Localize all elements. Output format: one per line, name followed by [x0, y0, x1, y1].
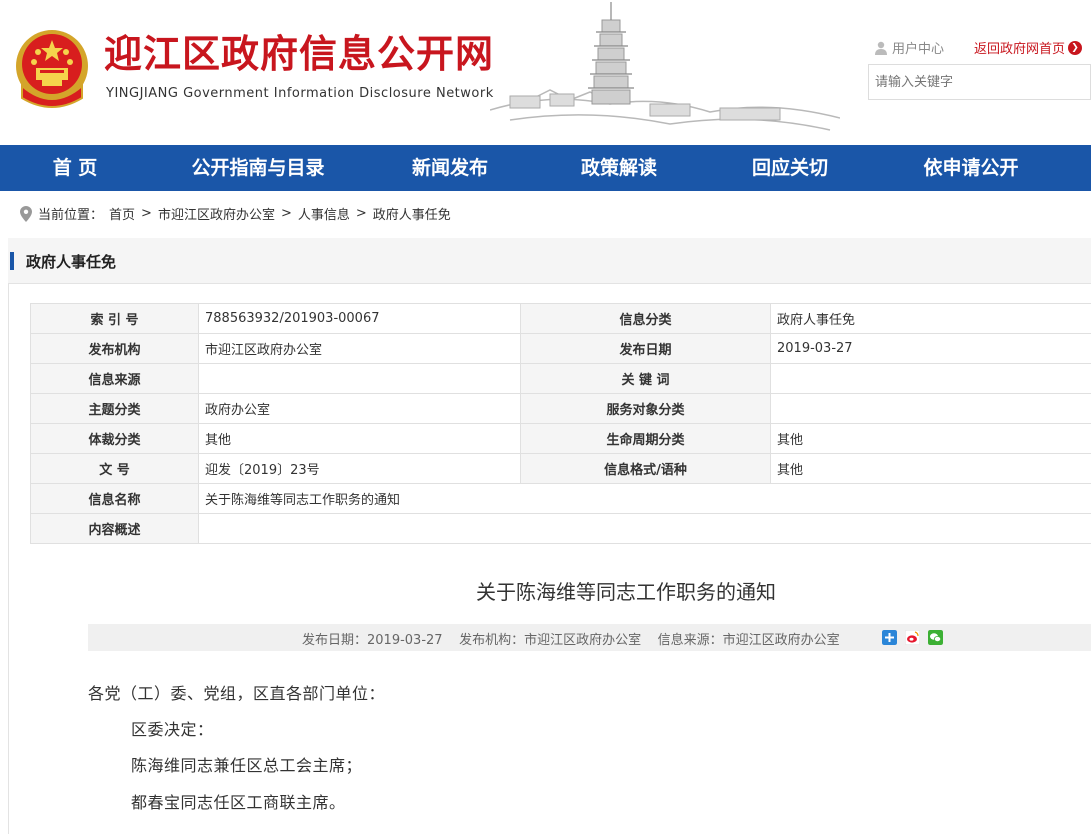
meta-value: 其他: [198, 423, 521, 454]
meta-value: [770, 363, 1091, 394]
meta-value: 其他: [770, 453, 1091, 484]
metadata-table: 索 引 号 788563932/201903-00067 信息分类 政府人事任免…: [30, 303, 1091, 544]
meta-value: 政府人事任免: [770, 303, 1091, 334]
location-pin-icon: [20, 205, 32, 222]
breadcrumb-separator: >: [280, 206, 292, 221]
table-row: 信息来源 关 键 词: [30, 363, 1091, 394]
meta-label: 生命周期分类: [520, 423, 771, 454]
nav-item-home[interactable]: 首 页: [0, 145, 150, 191]
meta-label: 主题分类: [30, 393, 199, 424]
breadcrumb-separator: >: [141, 206, 152, 221]
meta-label: 索 引 号: [30, 303, 199, 334]
pagoda-landscape-illustration: [490, 2, 840, 131]
meta-label: 服务对象分类: [520, 393, 771, 424]
table-row: 信息名称 关于陈海维等同志工作职务的通知: [30, 483, 1091, 514]
table-row: 内容概述: [30, 513, 1091, 544]
nav-item-policy-interpretation[interactable]: 政策解读: [534, 145, 704, 191]
meta-label: 发布机构: [30, 333, 199, 364]
meta-value: [198, 513, 1091, 544]
breadcrumb-item-office[interactable]: 市迎江区政府办公室: [158, 204, 275, 223]
meta-label: 文 号: [30, 453, 199, 484]
table-row: 发布机构 市迎江区政府办公室 发布日期 2019-03-27: [30, 333, 1091, 364]
table-row: 文 号 迎发〔2019〕23号 信息格式/语种 其他: [30, 453, 1091, 484]
article-title: 关于陈海维等同志工作职务的通知: [476, 580, 776, 604]
meta-value: 2019-03-27: [770, 333, 1091, 364]
site-title: 迎江区政府信息公开网: [104, 31, 495, 76]
meta-value: 关于陈海维等同志工作职务的通知: [198, 483, 1091, 514]
meta-label: 体裁分类: [30, 423, 199, 454]
site-header: 迎江区政府信息公开网 YINGJIANG Government Informat…: [0, 0, 1091, 145]
nav-item-apply-disclosure[interactable]: 依申请公开: [876, 145, 1066, 191]
meta-label: 信息格式/语种: [520, 453, 771, 484]
breadcrumb-item-home[interactable]: 首页: [109, 204, 135, 223]
table-row: 体裁分类 其他 生命周期分类 其他: [30, 423, 1091, 454]
back-link-label: 返回政府网首页: [974, 42, 1066, 57]
nav-item-guide-catalog[interactable]: 公开指南与目录: [150, 145, 366, 191]
site-subtitle: YINGJIANG Government Information Disclos…: [106, 86, 494, 101]
meta-label: 信息来源: [30, 363, 199, 394]
panel-header: 政府人事任免: [8, 238, 1091, 284]
plus-share-icon[interactable]: [882, 630, 897, 645]
breadcrumb-separator: >: [355, 206, 367, 221]
nav-item-news-release[interactable]: 新闻发布: [366, 145, 534, 191]
meta-label: 关 键 词: [520, 363, 771, 394]
search-input[interactable]: [868, 64, 1091, 100]
panel-header-accent: [10, 252, 14, 270]
back-to-gov-home-link[interactable]: 返回政府网首页 ❯: [974, 38, 1083, 57]
meta-value: 政府办公室: [198, 393, 521, 424]
meta-label: 信息名称: [30, 483, 199, 514]
panel-title: 政府人事任免: [26, 253, 117, 271]
meta-label: 内容概述: [30, 513, 199, 544]
national-emblem-icon: [16, 30, 88, 108]
meta-label: 信息分类: [520, 303, 771, 334]
breadcrumb-prefix: 当前位置：: [38, 208, 104, 223]
article-paragraph: 陈海维同志兼任区总工会主席；: [131, 756, 363, 775]
user-center-label: 用户中心: [892, 42, 945, 57]
meta-value: 市迎江区政府办公室: [198, 333, 521, 364]
breadcrumb-item-personnel[interactable]: 人事信息: [298, 204, 350, 223]
article-paragraph: 区委决定：: [131, 720, 214, 739]
user-icon: [875, 41, 887, 55]
table-row: 主题分类 政府办公室 服务对象分类: [30, 393, 1091, 424]
article-paragraph: 各党（工）委、党组，区直各部门单位：: [88, 684, 386, 703]
meta-value: 788563932/201903-00067: [198, 303, 521, 334]
meta-value: 其他: [770, 423, 1091, 454]
article-info: 发布日期：2019-03-27 发布机构：市迎江区政府办公室 信息来源：市迎江区…: [302, 633, 840, 648]
breadcrumb: 当前位置： 首页 > 市迎江区政府办公室 > 人事信息 > 政府人事任免: [20, 204, 451, 223]
meta-value: [198, 363, 521, 394]
meta-label: 发布日期: [520, 333, 771, 364]
chevron-right-icon: ❯: [1068, 40, 1083, 55]
meta-value: [770, 393, 1091, 424]
main-nav: 首 页 公开指南与目录 新闻发布 政策解读 回应关切 依申请公开: [0, 145, 1091, 191]
weibo-icon[interactable]: [905, 630, 920, 645]
article-paragraph: 都春宝同志任区工商联主席。: [131, 793, 346, 812]
wechat-icon[interactable]: [928, 630, 943, 645]
breadcrumb-item-appointments[interactable]: 政府人事任免: [373, 204, 451, 223]
user-center-link[interactable]: 用户中心: [874, 38, 944, 57]
meta-value: 迎发〔2019〕23号: [198, 453, 521, 484]
table-row: 索 引 号 788563932/201903-00067 信息分类 政府人事任免: [30, 303, 1091, 334]
nav-item-response[interactable]: 回应关切: [704, 145, 876, 191]
